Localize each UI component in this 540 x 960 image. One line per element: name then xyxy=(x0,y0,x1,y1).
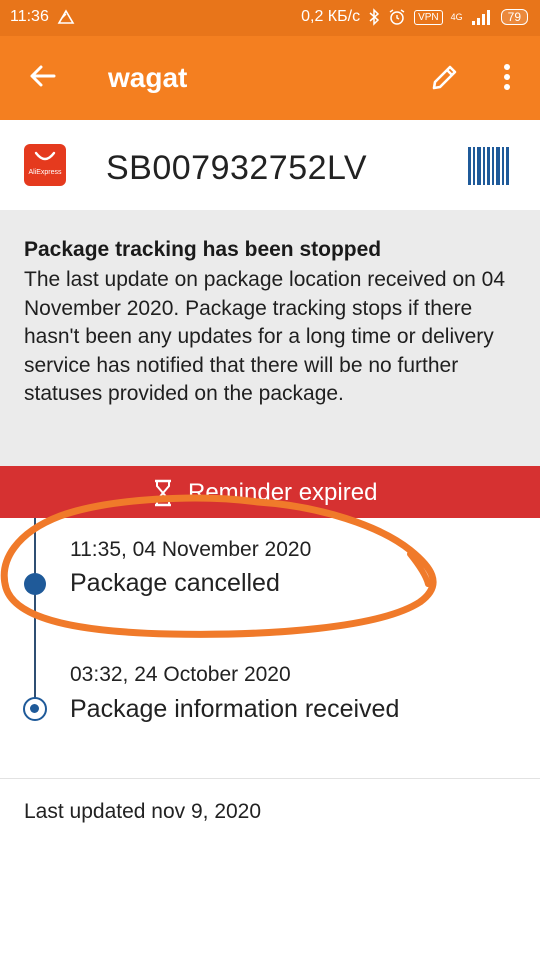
barcode-icon[interactable] xyxy=(468,147,510,185)
store-brand-label: AliExpress xyxy=(28,169,62,176)
back-arrow-icon[interactable] xyxy=(26,60,58,92)
bluetooth-icon xyxy=(369,8,380,26)
event-dot xyxy=(24,573,46,595)
event-dot-current xyxy=(23,697,47,721)
edit-pencil-icon[interactable] xyxy=(430,62,460,92)
event-status: Package information received xyxy=(70,695,400,723)
event-status: Package cancelled xyxy=(70,569,280,597)
reminder-content: Reminder expired xyxy=(152,479,377,507)
status-bar-right: 0,2 КБ/с VPN 4G 79 xyxy=(301,8,528,26)
timeline-event: 03:32, 24 October 2020 Package informati… xyxy=(0,645,540,765)
hourglass-icon xyxy=(155,479,171,507)
aliexpress-logo: AliExpress xyxy=(24,144,66,186)
status-bar-left: 11:36 xyxy=(10,8,75,26)
tracking-stopped-notice: Package tracking has been stopped The la… xyxy=(0,210,540,466)
timeline-event: 11:35, 04 November 2020 Package cancelle… xyxy=(0,518,540,638)
app-bar-title: wagat xyxy=(108,62,188,93)
tracking-header: AliExpress SB007932752LV xyxy=(0,120,540,210)
reminder-label: Reminder expired xyxy=(188,479,378,506)
status-bar: 11:36 0,2 КБ/с VPN 4G 79 xyxy=(0,0,540,36)
alarm-icon xyxy=(389,9,405,25)
notice-body: The last update on package location rece… xyxy=(24,268,506,405)
triangle-icon xyxy=(57,9,75,24)
shopping-bag-icon xyxy=(34,151,56,161)
divider xyxy=(0,778,540,779)
event-time: 03:32, 24 October 2020 xyxy=(70,663,291,686)
network-type: 4G xyxy=(450,12,463,22)
network-speed: 0,2 КБ/с xyxy=(301,8,361,25)
event-time: 11:35, 04 November 2020 xyxy=(70,538,312,561)
last-updated-text: Last updated nov 9, 2020 xyxy=(24,800,262,823)
signal-icon xyxy=(471,10,490,25)
notice-title: Package tracking has been stopped xyxy=(24,238,382,261)
more-vert-icon[interactable] xyxy=(496,62,518,92)
status-time: 11:36 xyxy=(10,8,49,25)
battery-indicator: 79 xyxy=(500,9,528,25)
tracking-number: SB007932752LV xyxy=(106,149,368,187)
app-bar: wagat xyxy=(0,36,540,120)
reminder-banner[interactable]: Reminder expired xyxy=(0,466,540,518)
vpn-badge: VPN xyxy=(414,9,443,25)
